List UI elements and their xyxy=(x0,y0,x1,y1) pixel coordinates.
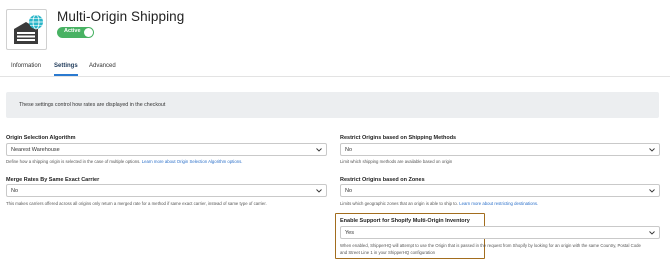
restrict-zones-help: Limits which geographic zones that an or… xyxy=(340,200,538,207)
app-icon xyxy=(6,9,47,50)
active-toggle-label: Active xyxy=(64,28,81,34)
merge-rates-label: Merge Rates By Same Exact Carrier xyxy=(6,177,100,183)
shopify-support-help: When enabled, ShipperHQ will attempt to … xyxy=(340,242,641,256)
restrict-methods-select[interactable]: No xyxy=(340,143,660,156)
restrict-methods-label: Restrict Origins based on Shipping Metho… xyxy=(340,135,457,141)
merge-rates-help: This makes carriers offered across all o… xyxy=(6,201,267,206)
origin-selection-label: Origin Selection Algorithm xyxy=(6,135,76,141)
chevron-down-icon xyxy=(649,189,655,193)
origin-selection-help: Define how a shipping origin is selected… xyxy=(6,158,242,165)
tab-advanced[interactable]: Advanced xyxy=(89,60,116,76)
origin-selection-value: Nearest Warehouse xyxy=(11,146,60,153)
tab-information[interactable]: Information xyxy=(11,60,41,76)
origin-selection-select[interactable]: Nearest Warehouse xyxy=(6,143,327,156)
banner-text: These settings control how rates are dis… xyxy=(19,102,166,108)
origin-selection-help-text: Define how a shipping origin is selected… xyxy=(6,159,141,164)
shopify-support-label: Enable Support for Shopify Multi-Origin … xyxy=(340,218,470,224)
active-toggle[interactable]: Active xyxy=(57,27,94,38)
chevron-down-icon xyxy=(316,148,322,152)
chevron-down-icon xyxy=(649,231,655,235)
origin-selection-learn-more-link[interactable]: Learn more about Origin Selection Algori… xyxy=(142,159,243,164)
toggle-knob xyxy=(84,28,93,37)
restrict-methods-help: Limit which shipping methods are availab… xyxy=(340,159,453,164)
restrict-methods-value: No xyxy=(345,146,353,153)
page-title: Multi-Origin Shipping xyxy=(57,9,185,24)
merge-rates-value: No xyxy=(11,187,19,194)
merge-rates-select[interactable]: No xyxy=(6,184,327,197)
info-banner: These settings control how rates are dis… xyxy=(6,92,659,118)
chevron-down-icon xyxy=(649,148,655,152)
shopify-support-select[interactable]: Yes xyxy=(340,226,660,239)
shopify-support-value: Yes xyxy=(345,229,354,236)
restrict-zones-value: No xyxy=(345,187,353,194)
tab-settings[interactable]: Settings xyxy=(54,60,78,76)
restrict-zones-select[interactable]: No xyxy=(340,184,660,197)
tab-divider xyxy=(0,76,670,77)
chevron-down-icon xyxy=(316,189,322,193)
restrict-zones-help-text: Limits which geographic zones that an or… xyxy=(340,201,458,206)
restrict-zones-learn-more-link[interactable]: Learn more about restricting destination… xyxy=(459,201,538,206)
shopify-support-help-line1: When enabled, ShipperHQ will attempt to … xyxy=(340,243,641,248)
restrict-zones-label: Restrict Origins based on Zones xyxy=(340,177,425,183)
shopify-support-help-line2: and Street Line 1 in your ShipperHQ conf… xyxy=(340,250,436,255)
tab-bar: Information Settings Advanced xyxy=(0,60,670,76)
warehouse-globe-icon xyxy=(14,14,43,44)
